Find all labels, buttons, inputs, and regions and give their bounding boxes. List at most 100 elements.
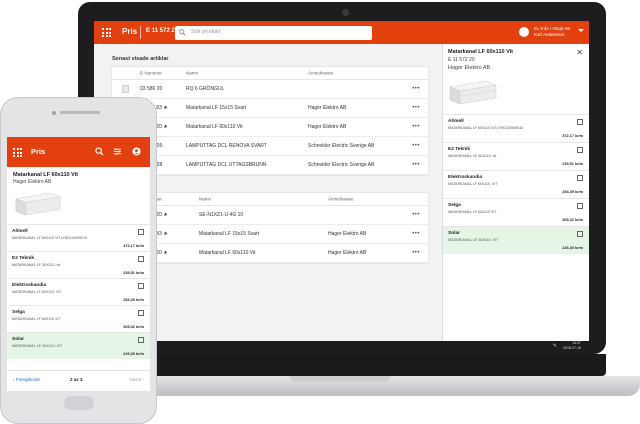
header-enumber: E 11 572 20 [146, 28, 179, 34]
supplier-item-e2-teknik[interactable]: E2 Teknik MATARKANAL LF, 60X110, vit 239… [7, 251, 150, 278]
supplier-desc: MATARKANAL LF 60X110 VIT,LF60110009010 [448, 126, 524, 130]
user-avatar-icon[interactable] [132, 147, 141, 156]
clock[interactable]: 14:07 2018-07-16 [563, 341, 581, 350]
external-link-icon[interactable] [577, 203, 583, 209]
table-row[interactable]: 13 262 08 LAMPUTTAG DCL UTTAGSBRUNN Schn… [112, 156, 428, 175]
supplier-item-e2-teknik[interactable]: E2 Teknik MATARKANAL LF, 60X110, vit 239… [443, 142, 589, 170]
supplier-name: E2 Teknik [448, 147, 471, 152]
more-options-icon[interactable]: ••• [412, 105, 420, 111]
header-name-col: Namn [186, 70, 199, 76]
table-header: E-Nummer Namn Ämnehavare [112, 67, 428, 80]
user-avatar-icon[interactable] [519, 27, 529, 37]
supplier-item-solar[interactable]: Solar MATARKANAL LF, 60X110, VIT 226,30 … [443, 226, 589, 254]
user-info[interactable]: EL-Info i Växjö AB Karl Andersson [534, 26, 570, 38]
mobile-product-title: Matarkanal LF 60x110 Vit [13, 172, 79, 178]
mobile-header: Pris [7, 137, 150, 167]
supplier-item-elektroskandia[interactable]: Elektroskandia MATARKANAL LF 60X110, VIT… [7, 278, 150, 305]
table-row[interactable]: 11 572 20 ★ Matarkanal LF 60x110 Vit Hag… [112, 244, 428, 263]
search-input[interactable]: Sök produkt [175, 26, 372, 40]
apps-grid-icon[interactable] [102, 28, 111, 37]
row-name: Matarkanal LF 15x15 Svart [186, 105, 247, 111]
external-link-icon[interactable] [138, 256, 144, 262]
external-link-icon[interactable] [577, 231, 583, 237]
supplier-item-solar[interactable]: Solar MATARKANAL LF, 60X110, VIT 226,30 … [7, 332, 150, 359]
row-name: Matarkanal LF 60x110 Vit [199, 250, 256, 256]
pagination: ‹ Föregående 2 av 3 Nästa › [7, 370, 150, 388]
header-divider [140, 26, 141, 39]
supplier-item-selga[interactable]: Selga MATARKANAL LF 60X110 VIT 305,32 kr… [443, 198, 589, 226]
row-enumber: 03 586 20 [140, 86, 163, 92]
apps-grid-icon[interactable] [13, 148, 22, 157]
supplier-desc: MATARKANAL LF 60X110 VIT [12, 317, 61, 321]
supplier-name: Ahlsell [12, 229, 28, 234]
table-row[interactable]: 11 528 20 ★ SE-N1XZ1-U 4G 10 ••• [112, 206, 428, 225]
favorites-table: E-Nummer Namn Ämnehavare 11 528 20 ★ SE-… [112, 193, 428, 263]
external-link-icon[interactable] [577, 119, 583, 125]
more-options-icon[interactable]: ••• [412, 162, 420, 168]
recent-articles-table: E-Nummer Namn Ämnehavare 03 586 20 RQ 6 … [112, 67, 428, 175]
supplier-desc: MATARKANAL LF, 60X110, VIT [12, 344, 63, 348]
table-row[interactable]: 11 553 83 ★ Matarkanal LF 15x15 Svart Ha… [112, 225, 428, 244]
external-link-icon[interactable] [577, 175, 583, 181]
star-icon: ★ [163, 231, 168, 237]
supplier-item-ahlsell[interactable]: Ahlsell MATARKANAL LF 60X110 VIT,LF60110… [7, 224, 150, 251]
row-name: LAMPUTTAG DCL RENOVA SVART [186, 143, 267, 149]
panel-product-title: Matarkanal LF 60x110 Vit [448, 49, 514, 55]
header-enumber-col: E-Nummer [140, 70, 162, 76]
phone-home-button[interactable] [64, 396, 94, 410]
filter-icon[interactable] [113, 147, 122, 156]
more-options-icon[interactable]: ••• [412, 86, 420, 92]
more-options-icon[interactable]: ••• [412, 231, 420, 237]
supplier-item-selga[interactable]: Selga MATARKANAL LF 60X110 VIT 305,32 kr… [7, 305, 150, 332]
supplier-item-ahlsell[interactable]: Ahlsell MATARKANAL LF 60X110 VIT,LF60110… [443, 114, 589, 142]
pen-icon[interactable]: ✎ [553, 343, 557, 349]
chevron-down-icon[interactable] [578, 29, 584, 32]
supplier-name: E2 Teknik [12, 256, 35, 261]
more-options-icon[interactable]: ••• [412, 124, 420, 130]
table-row[interactable]: 11 553 83 ★ Matarkanal LF 15x15 Svart Ha… [112, 99, 428, 118]
supplier-name: Elektroskandia [12, 283, 47, 288]
supplier-price: 226,30 kr/m [562, 246, 583, 250]
table-row[interactable]: 13 262 05 LAMPUTTAG DCL RENOVA SVART Sch… [112, 137, 428, 156]
close-icon[interactable]: ✕ [576, 48, 583, 57]
row-name: LAMPUTTAG DCL UTTAGSBRUNN [186, 162, 267, 168]
header-name-col: Namn [199, 196, 212, 202]
search-placeholder: Sök produkt [191, 29, 221, 35]
external-link-icon[interactable] [577, 147, 583, 153]
previous-button[interactable]: ‹ Föregående [13, 377, 40, 382]
supplier-name: Solar [12, 337, 24, 342]
row-name: Matarkanal LF 15x15 Svart [199, 231, 260, 237]
supplier-price: 254,39 kr/m [123, 298, 144, 302]
row-owner: Schneider Electric Sverige AB [308, 143, 375, 149]
desktop-header: Pris E 11 572 20 Sök produkt EL-Info i V… [94, 21, 589, 44]
more-options-icon[interactable]: ••• [412, 212, 420, 218]
clock-date: 2018-07-16 [563, 345, 581, 350]
supplier-price: 239,51 kr/m [123, 271, 144, 275]
supplier-desc: MATARKANAL LF 60X110, VIT [448, 182, 498, 186]
row-owner: Hager Elektro AB [328, 250, 367, 256]
phone-camera [52, 111, 56, 115]
row-owner: Hager Elektro AB [308, 105, 347, 111]
mobile-product-brand: Hager Elektro AB [13, 179, 52, 185]
supplier-name: Solar [448, 231, 460, 236]
mobile-app-title: Pris [31, 147, 46, 156]
supplier-item-elektroskandia[interactable]: Elektroskandia MATARKANAL LF 60X110, VIT… [443, 170, 589, 198]
search-icon[interactable] [95, 147, 104, 156]
external-link-icon[interactable] [138, 337, 144, 343]
star-icon: ★ [163, 250, 168, 256]
more-options-icon[interactable]: ••• [412, 250, 420, 256]
external-link-icon[interactable] [138, 283, 144, 289]
table-row[interactable]: 03 586 20 RQ 6 GRÖNGUL ••• [112, 80, 428, 99]
device-mockup-stage: Pris E 11 572 20 Sök produkt EL-Info i V… [0, 0, 640, 424]
star-icon: ★ [163, 105, 168, 111]
row-name: Matarkanal LF 60x110 Vit [186, 124, 243, 130]
star-icon: ★ [163, 124, 168, 130]
header-owner-col: Ämnehavare [308, 70, 334, 76]
product-image [449, 80, 497, 105]
more-options-icon[interactable]: ••• [412, 143, 420, 149]
external-link-icon[interactable] [138, 310, 144, 316]
supplier-name: Ahlsell [448, 119, 464, 124]
next-button[interactable]: Nästa › [129, 377, 144, 382]
table-row[interactable]: 11 572 20 ★ Matarkanal LF 60x110 Vit Hag… [112, 118, 428, 137]
external-link-icon[interactable] [138, 229, 144, 235]
